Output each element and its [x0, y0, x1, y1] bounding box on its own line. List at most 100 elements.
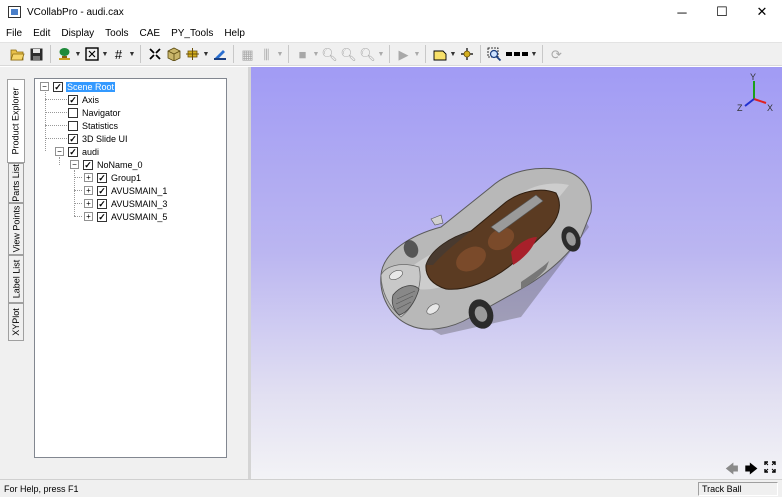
status-help-text: For Help, press F1: [4, 483, 79, 494]
statistics-checkbox[interactable]: [68, 120, 78, 131]
avusmain-3-checkbox[interactable]: ✓: [97, 198, 107, 209]
tree-node-3d-slide-ui[interactable]: ✓ 3D Slide UI: [68, 132, 129, 145]
menu-py-tools[interactable]: PY_Tools: [165, 28, 218, 39]
tree-label: audi: [82, 146, 100, 157]
expand-icon[interactable]: +: [84, 212, 93, 221]
group1-checkbox[interactable]: ✓: [97, 172, 107, 183]
scene-root-checkbox[interactable]: ✓: [53, 81, 63, 92]
zoom-fit-icon[interactable]: 🔍︎: [358, 45, 377, 64]
fit-view-icon[interactable]: [55, 45, 74, 64]
tree-node-avusmain-5[interactable]: + ✓ AVUSMAIN_5: [84, 210, 168, 223]
maximize-button[interactable]: ☐: [702, 0, 742, 24]
toolbar-separator: [389, 45, 390, 63]
app-icon: [8, 6, 21, 18]
probe-dropdown-icon[interactable]: ▼: [202, 51, 210, 58]
note-dropdown-icon[interactable]: ▼: [449, 51, 457, 58]
collapse-icon[interactable]: −: [40, 82, 49, 91]
collapse-icon[interactable]: −: [55, 147, 64, 156]
zoom-box-icon[interactable]: [82, 45, 101, 64]
save-icon[interactable]: [27, 45, 46, 64]
tree-node-navigator[interactable]: Navigator: [68, 106, 122, 119]
tree-node-avusmain-1[interactable]: + ✓ AVUSMAIN_1: [84, 184, 168, 197]
scene-tree[interactable]: − ✓ Scene Root ✓ Axis Navigator Statisti…: [34, 78, 227, 458]
note-icon[interactable]: [430, 45, 449, 64]
menu-edit[interactable]: Edit: [27, 28, 55, 39]
zoom-region-icon[interactable]: [485, 45, 504, 64]
tree-label: Scene Root: [66, 81, 116, 92]
tree-node-scene-root[interactable]: − ✓ Scene Root: [40, 80, 116, 93]
grid-icon[interactable]: #: [109, 45, 128, 64]
audi-checkbox[interactable]: ✓: [68, 146, 78, 157]
line-style-icon[interactable]: [504, 45, 530, 64]
noname-checkbox[interactable]: ✓: [83, 159, 93, 170]
tree-node-statistics[interactable]: Statistics: [68, 119, 119, 132]
tree-connector: [74, 203, 82, 204]
tree-label: AVUSMAIN_3: [111, 198, 168, 209]
move-icon[interactable]: [457, 45, 476, 64]
tree-label: Navigator: [82, 107, 121, 118]
menu-file[interactable]: File: [0, 28, 27, 39]
close-button[interactable]: ✕: [742, 0, 782, 24]
tree-label: Group1: [111, 172, 142, 183]
car-model[interactable]: [371, 157, 601, 342]
open-folder-icon[interactable]: [8, 45, 27, 64]
3d-viewport[interactable]: Y X Z 🡄 🡆: [251, 67, 782, 479]
tree-node-noname-0[interactable]: − ✓ NoName_0: [70, 158, 144, 171]
play-icon[interactable]: ▶: [394, 45, 413, 64]
fullscreen-icon[interactable]: [764, 461, 776, 475]
zoom-dropdown-icon[interactable]: ▼: [377, 51, 385, 58]
menu-display[interactable]: Display: [55, 28, 99, 39]
previous-view-icon[interactable]: 🡄: [725, 462, 738, 475]
tree-connector: [59, 157, 60, 165]
navigator-checkbox[interactable]: [68, 107, 78, 118]
display-mode-dropdown-icon[interactable]: ▼: [312, 51, 320, 58]
expand-icon[interactable]: +: [84, 173, 93, 182]
menu-help[interactable]: Help: [218, 28, 250, 39]
tree-node-audi[interactable]: − ✓ audi: [55, 145, 100, 158]
tab-label-list[interactable]: Label List: [8, 255, 24, 303]
avusmain-1-checkbox[interactable]: ✓: [97, 185, 107, 196]
tab-view-points[interactable]: View Points: [8, 203, 24, 255]
frame-icon[interactable]: ▦: [238, 45, 257, 64]
next-view-icon[interactable]: 🡆: [745, 462, 758, 475]
slide-ui-checkbox[interactable]: ✓: [68, 133, 78, 144]
zoom-out-icon[interactable]: 🔍︎: [339, 45, 358, 64]
zoom-in-icon[interactable]: 🔍︎: [320, 45, 339, 64]
tab-parts-list[interactable]: Parts List: [8, 163, 24, 203]
display-mode-icon[interactable]: ■: [293, 45, 312, 64]
tab-xyplot[interactable]: XYPlot: [8, 303, 24, 341]
menu-tools[interactable]: Tools: [99, 28, 133, 39]
tree-label: Statistics: [82, 120, 119, 131]
steps-icon[interactable]: ⫼: [257, 45, 276, 64]
play-dropdown-icon[interactable]: ▼: [413, 51, 421, 58]
tree-connector: [45, 112, 67, 113]
zoom-box-dropdown-icon[interactable]: ▼: [101, 51, 109, 58]
probe-icon[interactable]: [183, 45, 202, 64]
toolbar: ▼ ▼ # ▼ ▼ ▦ ⫼ ▼ ■ ▼ 🔍︎ 🔍︎ 🔍︎ ▼ ▶ ▼ ▼ ▼ ⟳: [0, 42, 782, 66]
tree-label: 3D Slide UI: [82, 133, 128, 144]
tab-product-explorer[interactable]: Product Explorer: [7, 79, 25, 163]
grid-dropdown-icon[interactable]: ▼: [128, 51, 136, 58]
tree-connector: [45, 138, 67, 139]
steps-dropdown-icon[interactable]: ▼: [276, 51, 284, 58]
tree-node-group1[interactable]: + ✓ Group1: [84, 171, 142, 184]
tree-node-axis[interactable]: ✓ Axis: [68, 93, 100, 106]
animation-icon[interactable]: [210, 45, 229, 64]
toolbar-separator: [480, 45, 481, 63]
axis-checkbox[interactable]: ✓: [68, 94, 78, 105]
line-style-dropdown-icon[interactable]: ▼: [530, 51, 538, 58]
axis-y-label: Y: [750, 73, 756, 82]
view-navigation: 🡄 🡆: [725, 461, 776, 475]
avusmain-5-checkbox[interactable]: ✓: [97, 211, 107, 222]
explode-icon[interactable]: [145, 45, 164, 64]
collapse-icon[interactable]: −: [70, 160, 79, 169]
expand-icon[interactable]: +: [84, 199, 93, 208]
tree-node-avusmain-3[interactable]: + ✓ AVUSMAIN_3: [84, 197, 168, 210]
refresh-icon[interactable]: ⟳: [547, 45, 566, 64]
toolbar-separator: [50, 45, 51, 63]
box-view-icon[interactable]: [164, 45, 183, 64]
menu-cae[interactable]: CAE: [134, 28, 166, 39]
minimize-button[interactable]: ─: [662, 0, 702, 24]
fit-view-dropdown-icon[interactable]: ▼: [74, 51, 82, 58]
expand-icon[interactable]: +: [84, 186, 93, 195]
